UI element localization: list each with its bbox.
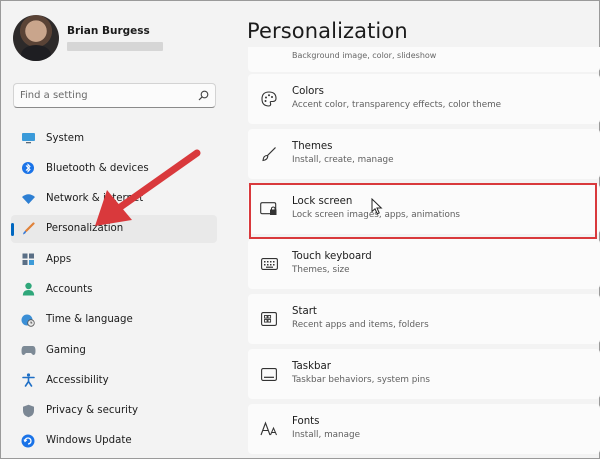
card-lock-screen[interactable]: Lock screen Lock screen images, apps, an… [248, 184, 600, 234]
sidebar-item-label: Accounts [46, 283, 93, 295]
sidebar-item-label: Time & language [46, 314, 133, 326]
card-description: Themes, size [292, 265, 350, 275]
sidebar-item-system[interactable]: System [11, 124, 217, 152]
keyboard-icon [260, 255, 278, 273]
user-email-redacted [67, 42, 163, 51]
sidebar-item-accessibility[interactable]: Accessibility [11, 366, 217, 394]
fonts-icon [260, 420, 278, 438]
card-fonts[interactable]: Fonts Install, manage [248, 404, 600, 454]
card-colors[interactable]: Colors Accent color, transparency effect… [248, 74, 600, 124]
start-icon [260, 310, 278, 328]
card-touch-keyboard[interactable]: Touch keyboard Themes, size [248, 239, 600, 289]
monitor-icon [20, 130, 36, 146]
taskbar-icon [260, 365, 278, 383]
card-text: Themes Install, create, manage [292, 141, 394, 165]
brush-icon [260, 145, 278, 163]
card-text: Colors Accent color, transparency effect… [292, 86, 501, 110]
card-themes[interactable]: Themes Install, create, manage [248, 129, 600, 179]
mouse-cursor-icon [371, 197, 383, 219]
person-icon [20, 281, 36, 297]
sidebar-item-label: Personalization [46, 223, 124, 235]
update-icon [20, 433, 36, 449]
bluetooth-icon [20, 160, 36, 176]
card-description: Background image, color, slideshow [292, 51, 437, 60]
wifi-icon [20, 191, 36, 207]
sidebar-item-label: Windows Update [46, 435, 132, 447]
card-start[interactable]: Start Recent apps and items, folders [248, 294, 600, 344]
sidebar-item-bluetooth[interactable]: Bluetooth & devices [11, 154, 217, 182]
card-taskbar[interactable]: Taskbar Taskbar behaviors, system pins [248, 349, 600, 399]
card-description: Accent color, transparency effects, colo… [292, 100, 502, 110]
card-text: Start Recent apps and items, folders [292, 306, 429, 330]
globe-clock-icon [20, 312, 36, 328]
user-name: Brian Burgess [67, 25, 150, 37]
background-card-partial[interactable]: Background image, color, slideshow [248, 47, 600, 72]
card-title: Start [292, 306, 317, 317]
card-text: Fonts Install, manage [292, 416, 360, 440]
avatar[interactable] [13, 15, 59, 61]
card-description: Install, create, manage [292, 155, 394, 165]
accessibility-icon [20, 372, 36, 388]
sidebar-item-apps[interactable]: Apps [11, 245, 217, 273]
profile-text: Brian Burgess [67, 25, 163, 51]
paintbrush-icon [20, 221, 36, 237]
search-input[interactable] [20, 90, 198, 101]
shield-icon [20, 403, 36, 419]
sidebar-item-accounts[interactable]: Accounts [11, 275, 217, 303]
card-title: Colors [292, 86, 324, 97]
sidebar-item-label: Network & internet [46, 193, 144, 205]
sidebar-item-gaming[interactable]: Gaming [11, 336, 217, 364]
card-text: Touch keyboard Themes, size [292, 251, 372, 275]
main-content: Personalization Background image, color,… [231, 1, 600, 459]
user-profile[interactable]: Brian Burgess [13, 15, 163, 61]
sidebar-item-network[interactable]: Network & internet [11, 185, 217, 213]
card-text: Taskbar Taskbar behaviors, system pins [292, 361, 430, 385]
sidebar-item-label: System [46, 132, 84, 144]
palette-icon [260, 90, 278, 108]
card-description: Taskbar behaviors, system pins [292, 375, 430, 385]
sidebar-item-label: Accessibility [46, 374, 109, 386]
card-title: Taskbar [292, 361, 331, 372]
gamepad-icon [20, 342, 36, 358]
sidebar-item-privacy-security[interactable]: Privacy & security [11, 397, 217, 425]
card-description: Recent apps and items, folders [292, 320, 429, 330]
sidebar-item-label: Bluetooth & devices [46, 162, 149, 174]
sidebar-item-label: Privacy & security [46, 405, 138, 417]
search-box[interactable] [13, 83, 216, 108]
search-icon[interactable] [198, 86, 209, 105]
card-title: Fonts [292, 416, 320, 427]
apps-icon [20, 251, 36, 267]
card-title: Themes [292, 141, 333, 152]
sidebar-item-time-language[interactable]: Time & language [11, 306, 217, 334]
nav-list: System Bluetooth & devices Network & int… [11, 124, 217, 457]
card-description: Install, manage [292, 430, 360, 440]
sidebar-item-windows-update[interactable]: Windows Update [11, 427, 217, 455]
lock-screen-icon [260, 200, 278, 218]
sidebar-item-personalization[interactable]: Personalization [11, 214, 217, 243]
sidebar-item-label: Apps [46, 253, 72, 265]
page-title: Personalization [247, 19, 408, 43]
sidebar: Brian Burgess System Bluetooth & devices [1, 1, 231, 459]
card-title: Touch keyboard [292, 251, 372, 262]
sidebar-item-label: Gaming [46, 344, 86, 356]
